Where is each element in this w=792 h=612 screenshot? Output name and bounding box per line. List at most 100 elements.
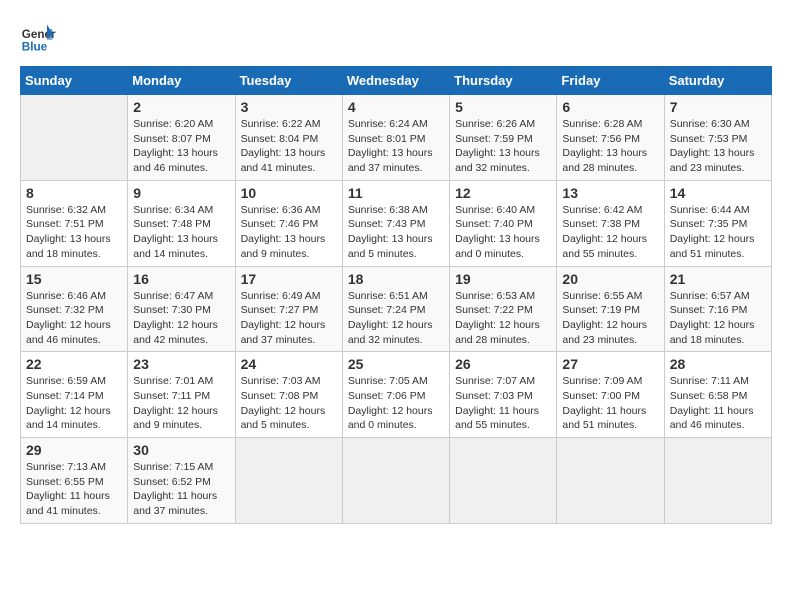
- day-info: Sunrise: 6:20 AM Sunset: 8:07 PM Dayligh…: [133, 117, 229, 176]
- calendar-week-5: 29 Sunrise: 7:13 AM Sunset: 6:55 PM Dayli…: [21, 438, 772, 524]
- day-number: 7: [670, 99, 766, 115]
- calendar-week-2: 8 Sunrise: 6:32 AM Sunset: 7:51 PM Daylig…: [21, 180, 772, 266]
- day-number: 23: [133, 356, 229, 372]
- day-info: Sunrise: 6:26 AM Sunset: 7:59 PM Dayligh…: [455, 117, 551, 176]
- calendar-cell: 18 Sunrise: 6:51 AM Sunset: 7:24 PM Dayli…: [342, 266, 449, 352]
- calendar-week-4: 22Sunrise: 6:59 AM Sunset: 7:14 PM Dayli…: [21, 352, 772, 438]
- day-number: 26: [455, 356, 551, 372]
- day-number: 21: [670, 271, 766, 287]
- calendar-cell: 11 Sunrise: 6:38 AM Sunset: 7:43 PM Dayli…: [342, 180, 449, 266]
- day-number: 30: [133, 442, 229, 458]
- header-day-friday: Friday: [557, 67, 664, 95]
- calendar-week-1: 2 Sunrise: 6:20 AM Sunset: 8:07 PM Daylig…: [21, 95, 772, 181]
- day-info: Sunrise: 7:03 AM Sunset: 7:08 PM Dayligh…: [241, 374, 337, 433]
- calendar-cell: 21Sunrise: 6:57 AM Sunset: 7:16 PM Dayli…: [664, 266, 771, 352]
- day-info: Sunrise: 7:09 AM Sunset: 7:00 PM Dayligh…: [562, 374, 658, 433]
- day-info: Sunrise: 6:49 AM Sunset: 7:27 PM Dayligh…: [241, 289, 337, 348]
- calendar-cell: 20 Sunrise: 6:55 AM Sunset: 7:19 PM Dayli…: [557, 266, 664, 352]
- day-info: Sunrise: 6:42 AM Sunset: 7:38 PM Dayligh…: [562, 203, 658, 262]
- calendar-cell: 12Sunrise: 6:40 AM Sunset: 7:40 PM Dayli…: [450, 180, 557, 266]
- calendar-cell: 7 Sunrise: 6:30 AM Sunset: 7:53 PM Daylig…: [664, 95, 771, 181]
- day-info: Sunrise: 6:32 AM Sunset: 7:51 PM Dayligh…: [26, 203, 122, 262]
- day-info: Sunrise: 7:13 AM Sunset: 6:55 PM Dayligh…: [26, 460, 122, 519]
- day-number: 13: [562, 185, 658, 201]
- day-info: Sunrise: 6:44 AM Sunset: 7:35 PM Dayligh…: [670, 203, 766, 262]
- calendar-cell: 25Sunrise: 7:05 AM Sunset: 7:06 PM Dayli…: [342, 352, 449, 438]
- logo: General Blue: [20, 20, 56, 56]
- day-info: Sunrise: 6:46 AM Sunset: 7:32 PM Dayligh…: [26, 289, 122, 348]
- day-info: Sunrise: 6:36 AM Sunset: 7:46 PM Dayligh…: [241, 203, 337, 262]
- calendar-cell: 5 Sunrise: 6:26 AM Sunset: 7:59 PM Daylig…: [450, 95, 557, 181]
- day-number: 8: [26, 185, 122, 201]
- calendar-cell: [21, 95, 128, 181]
- header-day-thursday: Thursday: [450, 67, 557, 95]
- calendar-table: SundayMondayTuesdayWednesdayThursdayFrid…: [20, 66, 772, 524]
- day-number: 3: [241, 99, 337, 115]
- day-number: 20: [562, 271, 658, 287]
- header-day-wednesday: Wednesday: [342, 67, 449, 95]
- header-day-saturday: Saturday: [664, 67, 771, 95]
- day-number: 12: [455, 185, 551, 201]
- calendar-cell: 13 Sunrise: 6:42 AM Sunset: 7:38 PM Dayli…: [557, 180, 664, 266]
- header-day-monday: Monday: [128, 67, 235, 95]
- svg-text:Blue: Blue: [22, 41, 48, 54]
- header-row: SundayMondayTuesdayWednesdayThursdayFrid…: [21, 67, 772, 95]
- day-info: Sunrise: 7:01 AM Sunset: 7:11 PM Dayligh…: [133, 374, 229, 433]
- calendar-week-3: 15 Sunrise: 6:46 AM Sunset: 7:32 PM Dayli…: [21, 266, 772, 352]
- day-info: Sunrise: 7:05 AM Sunset: 7:06 PM Dayligh…: [348, 374, 444, 433]
- day-number: 6: [562, 99, 658, 115]
- day-info: Sunrise: 6:51 AM Sunset: 7:24 PM Dayligh…: [348, 289, 444, 348]
- day-number: 11: [348, 185, 444, 201]
- calendar-body: 2 Sunrise: 6:20 AM Sunset: 8:07 PM Daylig…: [21, 95, 772, 524]
- calendar-cell: 15 Sunrise: 6:46 AM Sunset: 7:32 PM Dayli…: [21, 266, 128, 352]
- day-info: Sunrise: 6:47 AM Sunset: 7:30 PM Dayligh…: [133, 289, 229, 348]
- day-number: 15: [26, 271, 122, 287]
- day-info: Sunrise: 7:15 AM Sunset: 6:52 PM Dayligh…: [133, 460, 229, 519]
- day-info: Sunrise: 6:34 AM Sunset: 7:48 PM Dayligh…: [133, 203, 229, 262]
- day-info: Sunrise: 6:38 AM Sunset: 7:43 PM Dayligh…: [348, 203, 444, 262]
- day-number: 27: [562, 356, 658, 372]
- calendar-cell: 10 Sunrise: 6:36 AM Sunset: 7:46 PM Dayli…: [235, 180, 342, 266]
- day-number: 24: [241, 356, 337, 372]
- calendar-cell: 29 Sunrise: 7:13 AM Sunset: 6:55 PM Dayli…: [21, 438, 128, 524]
- calendar-cell: 16 Sunrise: 6:47 AM Sunset: 7:30 PM Dayli…: [128, 266, 235, 352]
- calendar-header: SundayMondayTuesdayWednesdayThursdayFrid…: [21, 67, 772, 95]
- day-number: 9: [133, 185, 229, 201]
- calendar-cell: [664, 438, 771, 524]
- day-info: Sunrise: 6:30 AM Sunset: 7:53 PM Dayligh…: [670, 117, 766, 176]
- calendar-cell: 4 Sunrise: 6:24 AM Sunset: 8:01 PM Daylig…: [342, 95, 449, 181]
- day-number: 10: [241, 185, 337, 201]
- day-number: 14: [670, 185, 766, 201]
- day-info: Sunrise: 6:22 AM Sunset: 8:04 PM Dayligh…: [241, 117, 337, 176]
- day-number: 4: [348, 99, 444, 115]
- day-number: 18: [348, 271, 444, 287]
- calendar-cell: [450, 438, 557, 524]
- day-number: 17: [241, 271, 337, 287]
- calendar-cell: 9 Sunrise: 6:34 AM Sunset: 7:48 PM Daylig…: [128, 180, 235, 266]
- calendar-cell: 19Sunrise: 6:53 AM Sunset: 7:22 PM Dayli…: [450, 266, 557, 352]
- day-number: 16: [133, 271, 229, 287]
- calendar-cell: 6 Sunrise: 6:28 AM Sunset: 7:56 PM Daylig…: [557, 95, 664, 181]
- calendar-cell: [235, 438, 342, 524]
- day-info: Sunrise: 6:28 AM Sunset: 7:56 PM Dayligh…: [562, 117, 658, 176]
- calendar-cell: 26Sunrise: 7:07 AM Sunset: 7:03 PM Dayli…: [450, 352, 557, 438]
- calendar-cell: [557, 438, 664, 524]
- day-number: 5: [455, 99, 551, 115]
- day-number: 2: [133, 99, 229, 115]
- day-info: Sunrise: 6:24 AM Sunset: 8:01 PM Dayligh…: [348, 117, 444, 176]
- calendar-cell: [342, 438, 449, 524]
- day-info: Sunrise: 6:55 AM Sunset: 7:19 PM Dayligh…: [562, 289, 658, 348]
- header-day-sunday: Sunday: [21, 67, 128, 95]
- calendar-cell: 8 Sunrise: 6:32 AM Sunset: 7:51 PM Daylig…: [21, 180, 128, 266]
- calendar-cell: 24 Sunrise: 7:03 AM Sunset: 7:08 PM Dayli…: [235, 352, 342, 438]
- day-info: Sunrise: 6:53 AM Sunset: 7:22 PM Dayligh…: [455, 289, 551, 348]
- logo-icon: General Blue: [20, 20, 56, 56]
- calendar-cell: 28Sunrise: 7:11 AM Sunset: 6:58 PM Dayli…: [664, 352, 771, 438]
- day-number: 29: [26, 442, 122, 458]
- calendar-cell: 27 Sunrise: 7:09 AM Sunset: 7:00 PM Dayli…: [557, 352, 664, 438]
- day-number: 28: [670, 356, 766, 372]
- header-day-tuesday: Tuesday: [235, 67, 342, 95]
- calendar-cell: 17 Sunrise: 6:49 AM Sunset: 7:27 PM Dayli…: [235, 266, 342, 352]
- calendar-cell: 2 Sunrise: 6:20 AM Sunset: 8:07 PM Daylig…: [128, 95, 235, 181]
- day-info: Sunrise: 6:59 AM Sunset: 7:14 PM Dayligh…: [26, 374, 122, 433]
